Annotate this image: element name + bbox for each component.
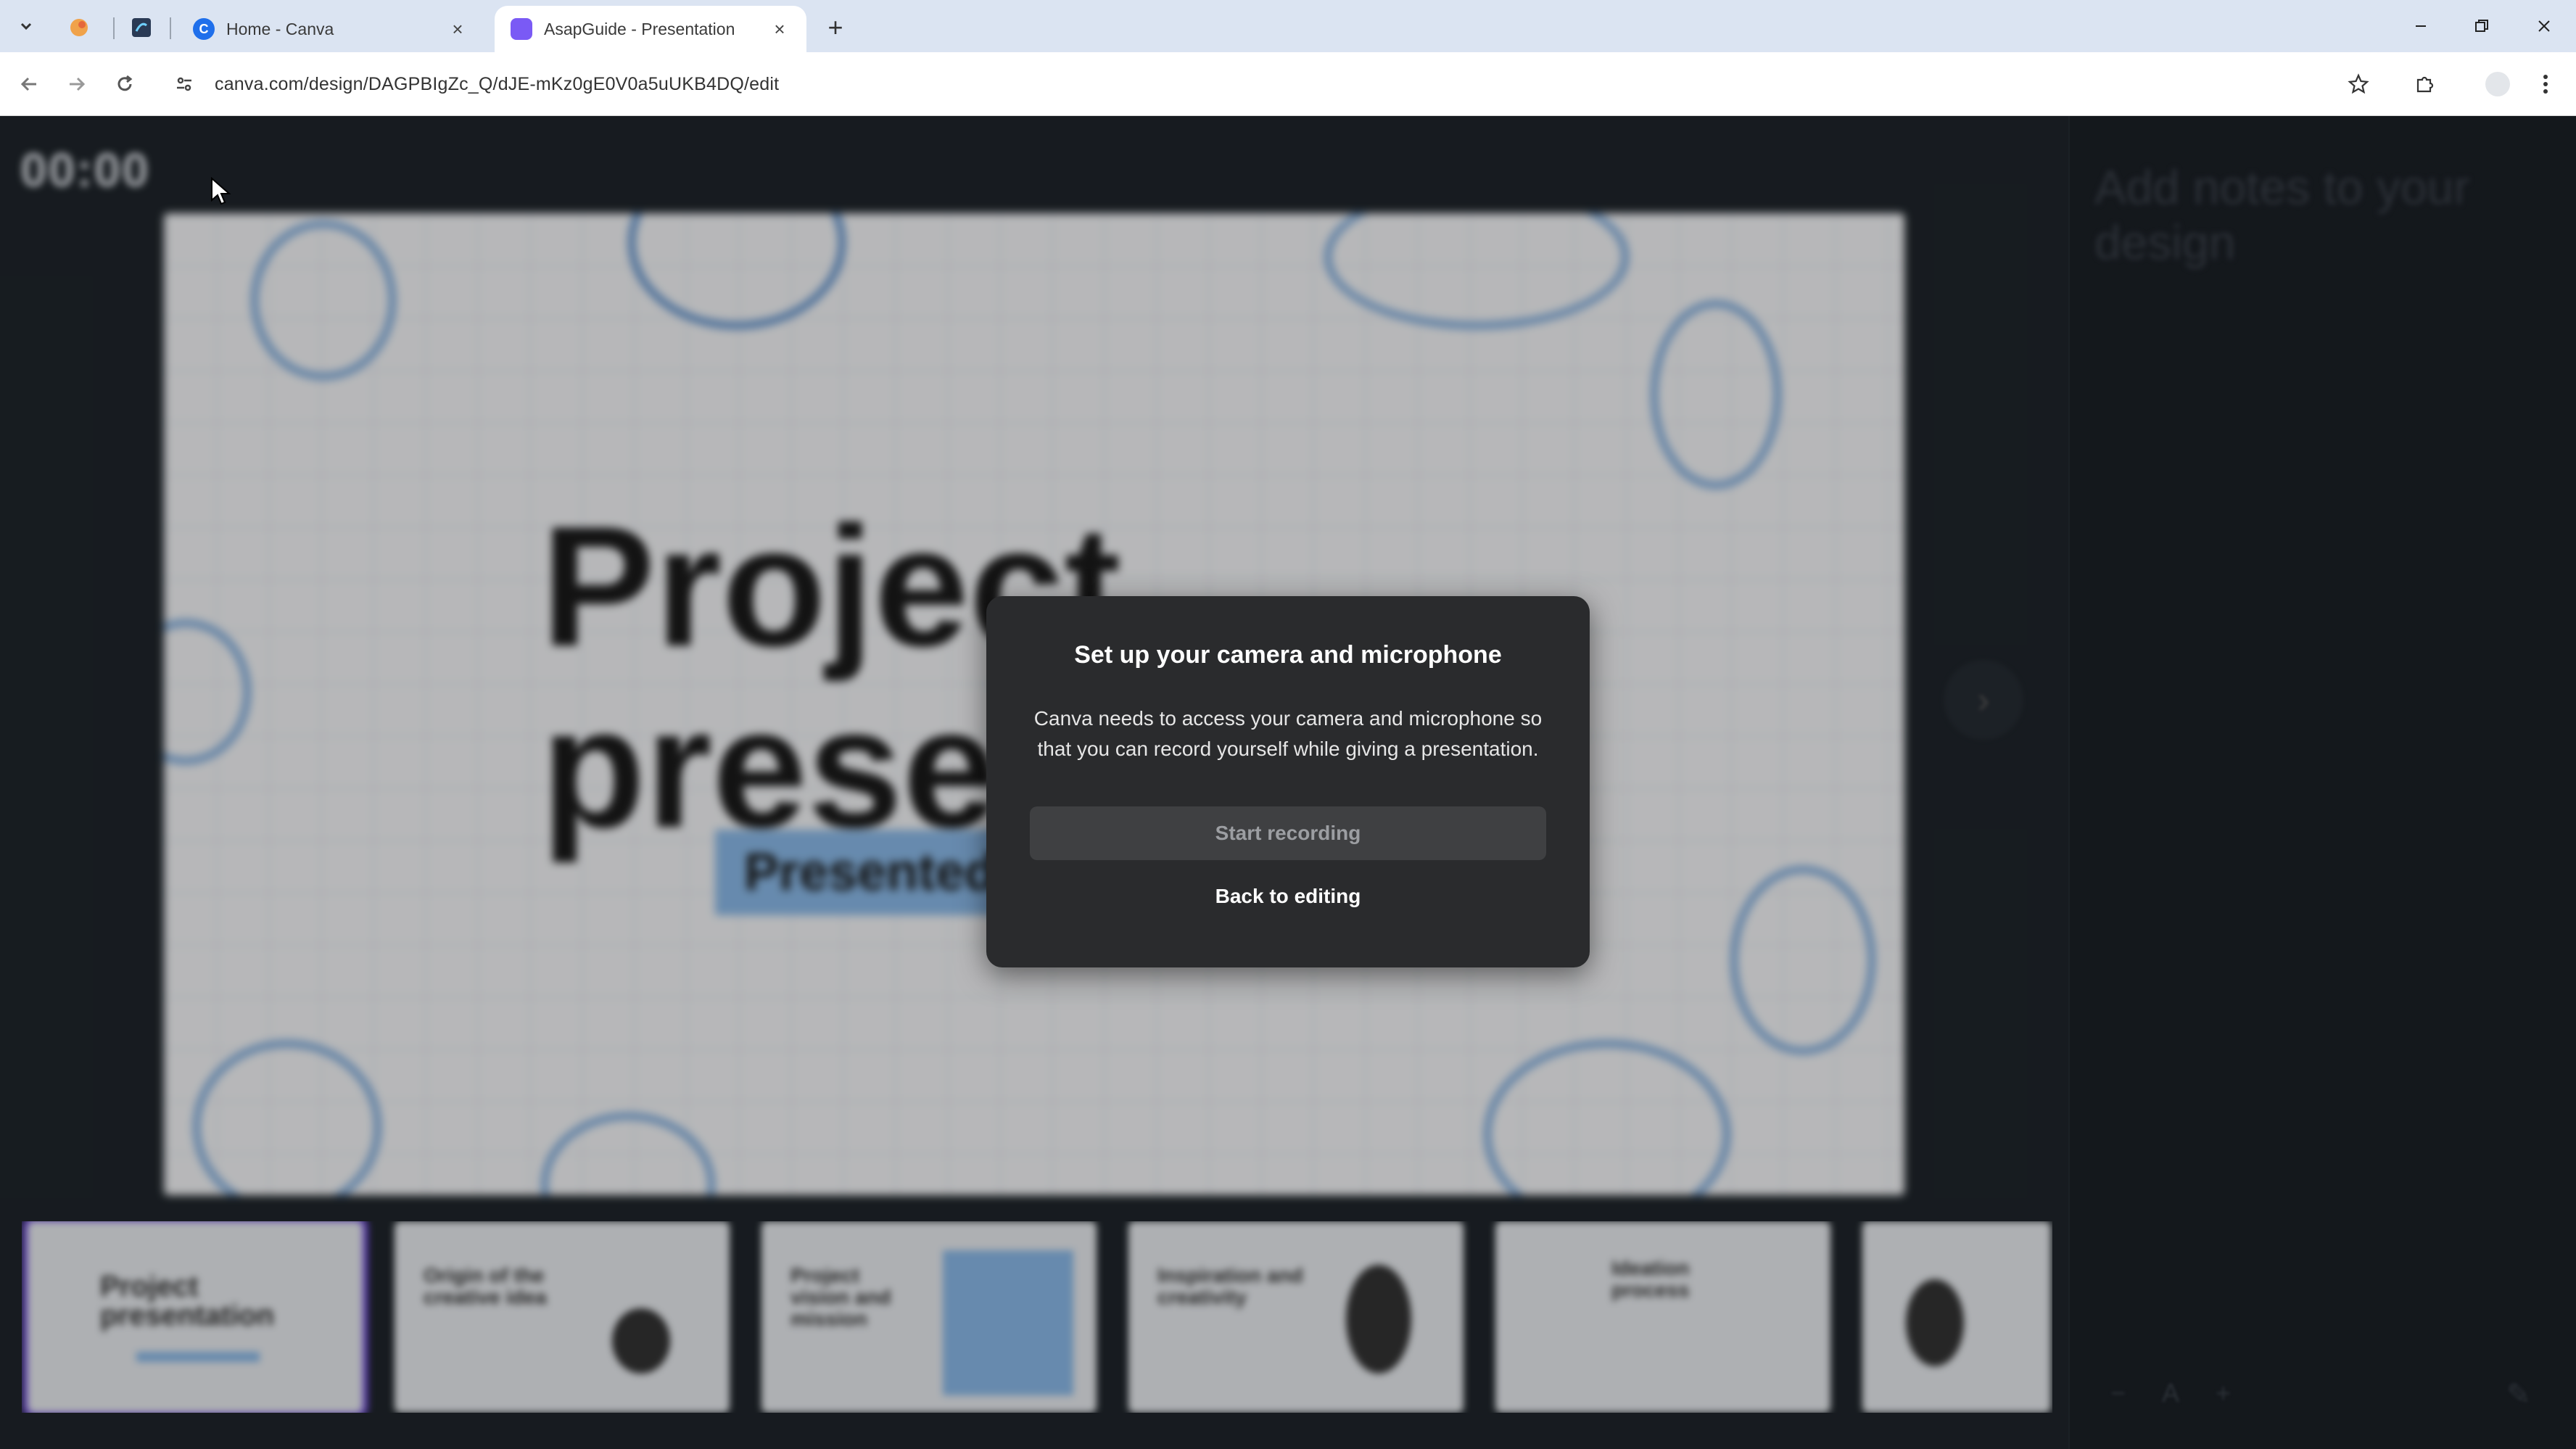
tab-title: Home - Canva (226, 19, 334, 38)
dialog-title: Set up your camera and microphone (1074, 641, 1502, 669)
puzzle-icon (2416, 76, 2434, 93)
mouse-cursor-icon (211, 177, 231, 205)
close-icon[interactable]: × (769, 18, 790, 40)
tab-search-button[interactable] (10, 12, 42, 41)
close-window-button[interactable] (2522, 10, 2566, 42)
bookmark-button[interactable] (2341, 67, 2376, 102)
close-icon (2538, 20, 2550, 32)
camera-microphone-dialog: Set up your camera and microphone Canva … (986, 596, 1590, 967)
arrow-left-icon (20, 77, 36, 91)
app-favicon-icon (132, 18, 151, 37)
arrow-right-icon (70, 77, 86, 91)
avatar (2485, 72, 2510, 96)
presentation-icon (511, 18, 532, 40)
pinned-tab-2[interactable] (123, 12, 160, 44)
site-info-icon[interactable] (170, 70, 199, 99)
pinned-tab-1[interactable] (61, 12, 97, 44)
star-icon (2348, 73, 2369, 94)
new-tab-button[interactable]: + (820, 12, 851, 44)
chevron-down-icon (20, 22, 32, 30)
address-bar[interactable]: canva.com/design/DAGPBIgZc_Q/dJE-mKz0gE0… (164, 61, 2412, 107)
profile-button[interactable] (2480, 67, 2515, 102)
url-text[interactable]: canva.com/design/DAGPBIgZc_Q/dJE-mKz0gE0… (215, 74, 779, 95)
restore-icon (2475, 20, 2488, 32)
more-vertical-icon (2543, 75, 2548, 94)
browser-menu-button[interactable] (2528, 67, 2563, 102)
dialog-description: Canva needs to access your camera and mi… (1033, 707, 1543, 760)
reload-icon (117, 75, 133, 91)
tab-title: AsapGuide - Presentation (544, 19, 735, 38)
minimize-button[interactable] (2399, 10, 2443, 42)
reload-button[interactable] (107, 67, 142, 102)
start-recording-button[interactable]: Start recording (1030, 806, 1546, 860)
close-icon[interactable]: × (447, 18, 468, 40)
app-favicon-icon (70, 19, 88, 36)
tab-home-canva[interactable]: C Home - Canva × (177, 6, 484, 52)
extensions-button[interactable] (2408, 67, 2443, 102)
back-button[interactable] (12, 67, 46, 102)
restore-button[interactable] (2460, 10, 2503, 42)
canva-icon: C (193, 18, 215, 40)
tab-asapguide-presentation[interactable]: AsapGuide - Presentation × (495, 6, 806, 52)
back-to-editing-button[interactable]: Back to editing (1030, 875, 1546, 918)
browser-tab-bar: C Home - Canva × AsapGuide - Presentatio… (0, 0, 2576, 52)
browser-toolbar: canva.com/design/DAGPBIgZc_Q/dJE-mKz0gE0… (0, 52, 2576, 116)
minimize-icon (2416, 25, 2426, 27)
forward-button[interactable] (59, 67, 94, 102)
